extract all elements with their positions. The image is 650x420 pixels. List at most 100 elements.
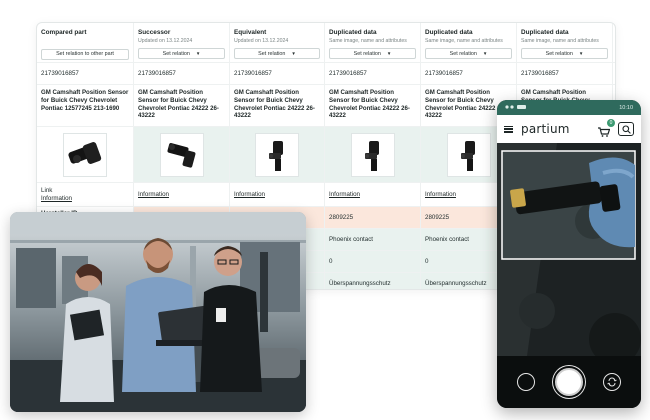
attribute-cell: Überspannungsschutz: [325, 273, 421, 289]
team-photo: [10, 212, 306, 412]
column-subtitle: Updated on 13.12.2024: [138, 37, 193, 44]
camera-flip-icon: [607, 377, 617, 387]
camera-controls: [497, 356, 641, 408]
part-number: 21739016857: [230, 63, 325, 85]
part-number-value: 21739016857: [425, 69, 463, 77]
camera-flip-button[interactable]: [603, 373, 621, 391]
set-relation-label: Set relation to other part: [56, 50, 114, 57]
set-relation-other-button[interactable]: Set relation to other part: [41, 48, 129, 60]
column-subtitle: Same image, name and attributes: [521, 37, 599, 44]
part-number-value: 21739016857: [234, 69, 272, 77]
part-number: 21739016857: [134, 63, 230, 85]
search-icon: [621, 124, 631, 134]
column-title: Successor: [138, 29, 171, 36]
information-link[interactable]: Information: [329, 191, 416, 199]
status-bar: 10:10: [497, 100, 641, 115]
camera-scene: [497, 143, 641, 356]
part-title: GM Camshaft Position Sensor for Buick Ch…: [230, 85, 325, 127]
part-number: 21: [613, 63, 615, 85]
set-relation-label: Set relation: [353, 51, 381, 57]
caret-down-icon: ▼: [386, 51, 392, 56]
column-title: Duplicated data: [329, 29, 377, 36]
column-title: Compared part: [41, 29, 87, 36]
part-image: [230, 127, 325, 183]
link-cell: Information: [134, 183, 230, 207]
sensor-image: [446, 132, 491, 177]
hersteller-value: Phoenix contact: [329, 235, 374, 243]
part-number-value: 21739016857: [41, 69, 79, 77]
brand-logo: partium: [521, 122, 570, 136]
column-title: Duplicated data: [521, 29, 569, 36]
part-image: [37, 127, 134, 183]
gallery-button[interactable]: [517, 373, 535, 391]
cart-icon[interactable]: 0: [598, 119, 615, 137]
set-relation-button[interactable]: Set relation ▼: [425, 48, 512, 59]
part-number: 21739016857: [325, 63, 421, 85]
link-cell: Link Information: [37, 183, 134, 207]
set-relation-button[interactable]: Set relation ▼: [521, 48, 608, 59]
caret-down-icon: ▼: [578, 51, 584, 56]
sensor-image: [63, 132, 107, 177]
part-title-text: GM Camshaft Position Sensor for Buick Ch…: [425, 89, 506, 120]
attribute-value: Überspannungsschutz: [425, 279, 487, 287]
column-title: Equivalent: [234, 29, 267, 36]
part-title: GM Camshaft Position Sensor for Buick Ch…: [325, 85, 421, 127]
shutter-button[interactable]: [555, 368, 583, 396]
part-title-text: GM Camshaft Position Sensor for Buick Ch…: [329, 89, 410, 120]
caret-down-icon: ▼: [291, 51, 296, 56]
column-subtitle: Same image, name and attributes: [329, 37, 407, 44]
link-label: Link: [41, 186, 53, 194]
attribute-cell: 0: [325, 251, 421, 273]
column-header: Successor Updated on 13.12.2024 Set relati…: [134, 23, 230, 63]
link-cell: Information: [325, 183, 421, 207]
part-number-value: 21739016857: [521, 69, 559, 77]
part-title: GM Camshaft Position Sensor for Buick Ch…: [134, 85, 230, 127]
column-header: DuSa: [613, 23, 615, 63]
set-relation-button[interactable]: Set relation ▼: [234, 48, 320, 59]
set-relation-button[interactable]: Set relation ▼: [138, 48, 225, 59]
sensor-image: [159, 132, 204, 177]
status-icons: [505, 104, 527, 112]
link-cell: Information: [230, 183, 325, 207]
status-time: 10:10: [619, 104, 633, 111]
information-link[interactable]: Information: [138, 191, 225, 199]
hersteller-cell: Phoenix contact: [325, 229, 421, 251]
set-relation-button[interactable]: Set relation ▼: [329, 48, 416, 59]
part-image: [325, 127, 421, 183]
app-header: partium 0: [497, 115, 641, 143]
attribute-value: 0: [425, 257, 429, 265]
information-link[interactable]: Information: [234, 191, 320, 199]
camera-viewfinder[interactable]: [497, 143, 641, 356]
caret-down-icon: ▼: [195, 51, 201, 56]
column-header: Equivalent Updated on 13.12.2024 Set relat…: [230, 23, 325, 63]
sensor-image: [350, 132, 395, 177]
part-number-value: 21739016857: [138, 69, 176, 77]
information-link[interactable]: Information: [41, 195, 129, 203]
part-image: [134, 127, 230, 183]
hersteller-id-value: 2809225: [329, 213, 354, 221]
cart-count-badge: 0: [607, 119, 615, 127]
column-title: Duplicated data: [425, 29, 473, 36]
search-button[interactable]: [618, 122, 634, 136]
attribute-value: 0: [329, 257, 333, 265]
part-number: 21739016857: [421, 63, 517, 85]
menu-icon[interactable]: [504, 125, 513, 133]
column-header: Duplicated data Same image, name and attr…: [421, 23, 517, 63]
column-subtitle: Updated on 13.12.2024: [234, 37, 289, 44]
caret-down-icon: ▼: [482, 51, 488, 56]
part-number: 21739016857: [517, 63, 613, 85]
part-title: GM Camshaft Position Sensor for Buick Ch…: [37, 85, 134, 127]
part-title-text: GM Camshaft Position Sensor for Buick Ch…: [41, 89, 129, 112]
set-relation-label: Set relation: [258, 51, 286, 57]
set-relation-label: Set relation: [449, 51, 477, 57]
lab-photo-illustration: [10, 212, 306, 412]
part-title-text: GM Camshaft Position Sensor for Buick Ch…: [234, 89, 315, 120]
hersteller-id-cell: 2809225: [325, 207, 421, 229]
part-title-text: GM Camshaft Position Sensor for Buick Ch…: [138, 89, 219, 120]
column-header: Duplicated data Same image, name and attr…: [517, 23, 613, 63]
part-number-value: 21739016857: [329, 69, 367, 77]
column-header: Compared part Set relation to other part: [37, 23, 134, 63]
sensor-image: [255, 132, 299, 177]
set-relation-label: Set relation: [545, 51, 573, 57]
attribute-value: Überspannungsschutz: [329, 279, 391, 287]
